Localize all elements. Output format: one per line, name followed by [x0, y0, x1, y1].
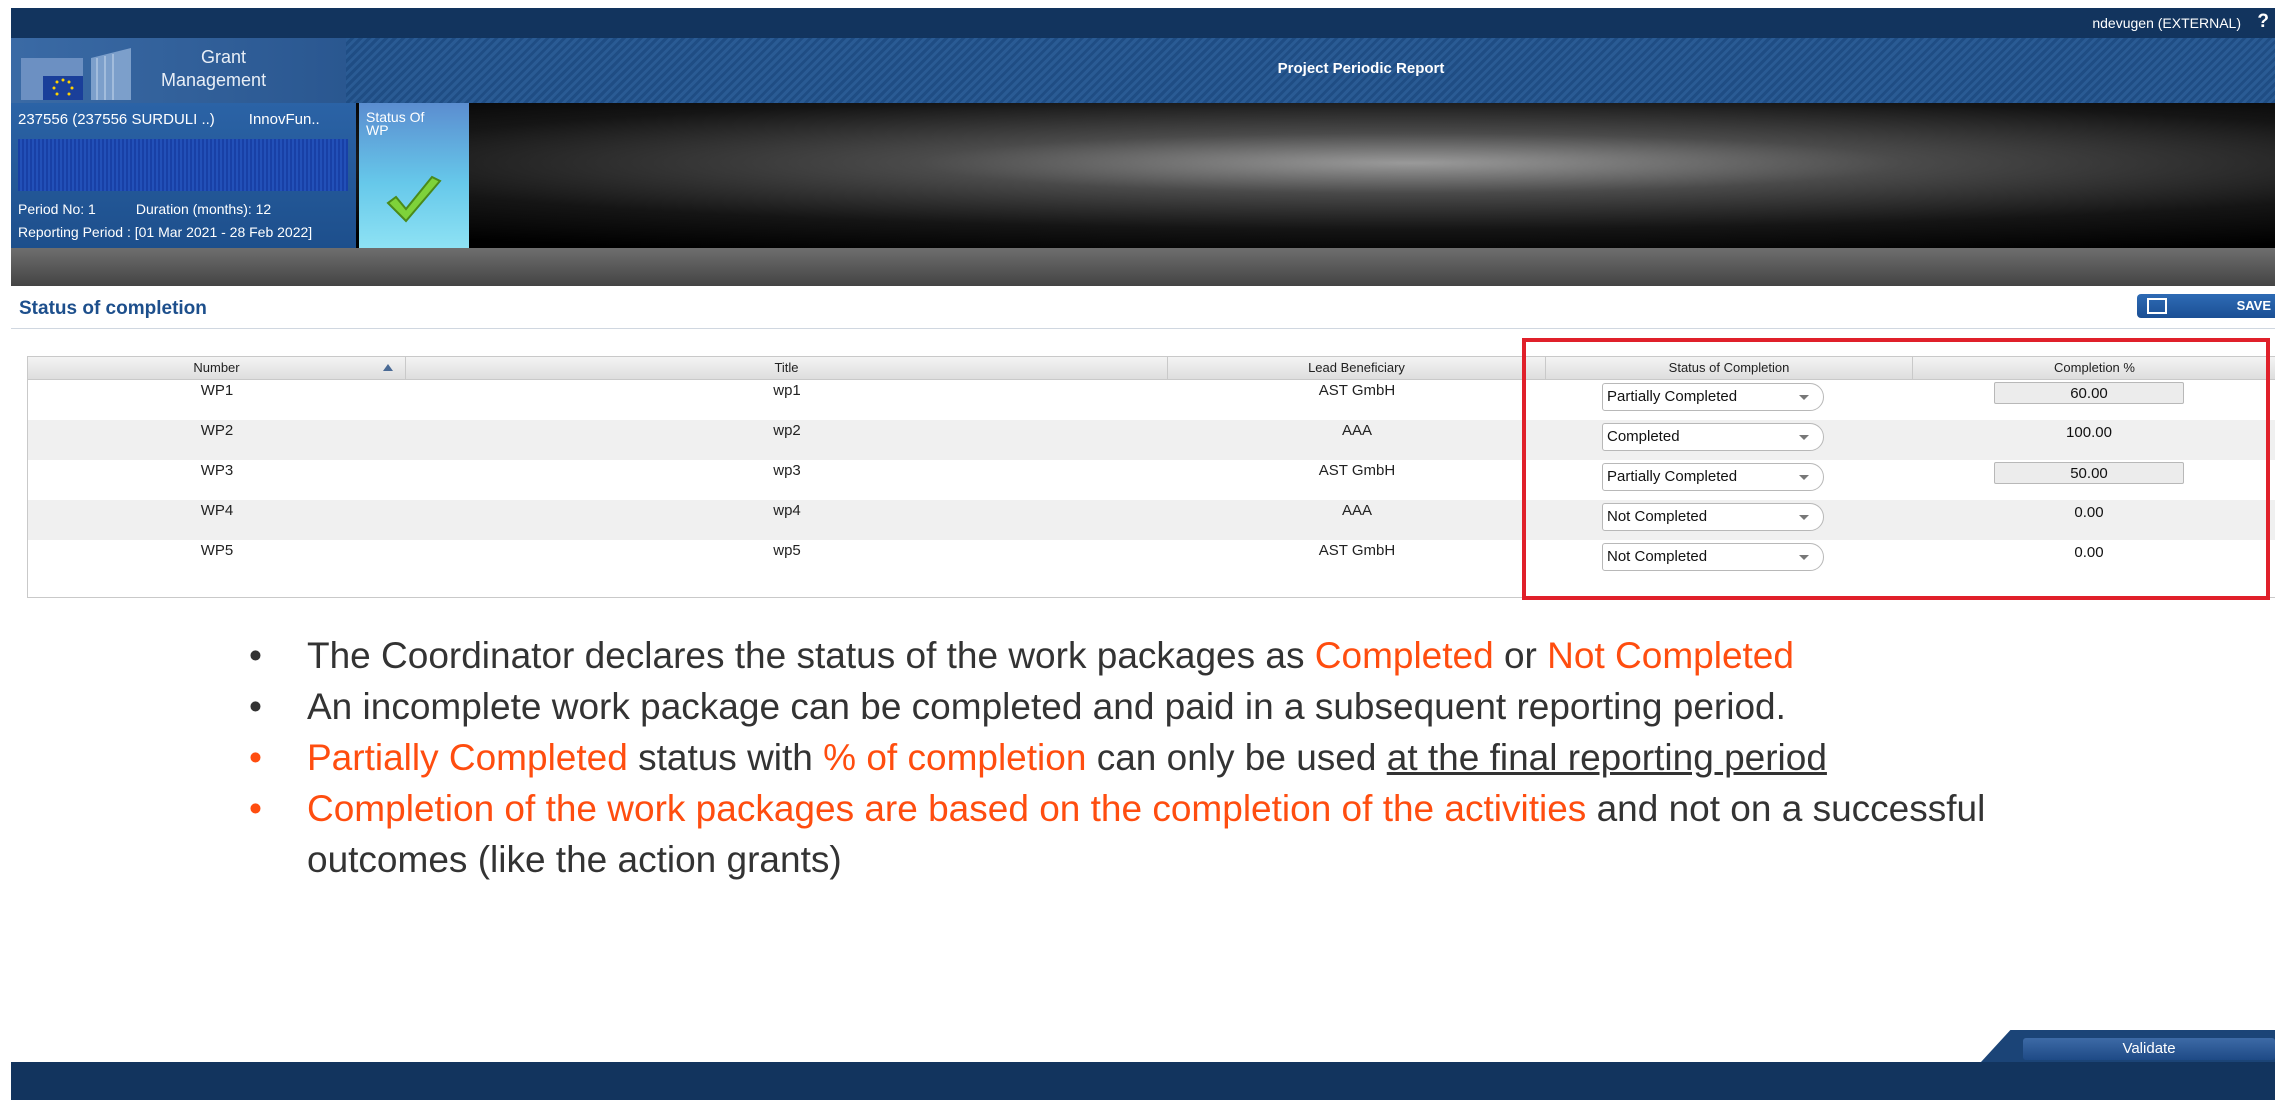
sort-ascending-icon[interactable]: [383, 364, 393, 371]
grant-management-logo[interactable]: Grant Management: [11, 38, 346, 103]
user-name[interactable]: ndevugen (EXTERNAL): [2092, 15, 2241, 31]
bottom-bar: [11, 1062, 2275, 1100]
project-id: 237556 (237556 SURDULI ..): [18, 111, 215, 128]
project-title-bar: [18, 139, 348, 191]
project-banner: 237556 (237556 SURDULI ..) InnovFun.. Per…: [11, 103, 2275, 248]
status-of-wp-tile[interactable]: Status Of WP: [359, 103, 469, 248]
bullet-text: status with: [627, 737, 824, 778]
wp-number: WP1: [200, 382, 234, 399]
checkmark-icon: [386, 175, 442, 223]
app-header: Grant Management Project Periodic Report: [11, 38, 2275, 103]
top-bar: ndevugen (EXTERNAL) ?: [11, 8, 2275, 38]
bullet-emphasis: Completion of the work packages are base…: [307, 788, 1587, 829]
column-header-number[interactable]: Number: [28, 357, 406, 379]
bullet-dot: •: [249, 737, 262, 778]
wp-number: WP4: [200, 502, 234, 519]
wp-number: WP3: [200, 462, 234, 479]
grant-management-app: ndevugen (EXTERNAL) ? Grant Management P…: [11, 8, 2275, 1100]
wp-title: wp3: [773, 462, 801, 479]
wp-title: wp4: [773, 502, 801, 519]
column-header-number-label: Number: [193, 360, 240, 375]
bullet-text: An incomplete work package can be comple…: [307, 686, 1786, 727]
project-id-line: 237556 (237556 SURDULI ..) InnovFun..: [18, 111, 320, 128]
bullet-text: or: [1493, 635, 1548, 676]
bullet-item: • Completion of the work packages are ba…: [249, 783, 2049, 885]
bullet-dot: •: [249, 686, 262, 727]
bullet-item: • The Coordinator declares the status of…: [249, 630, 2049, 681]
duration: Duration (months): 12: [135, 201, 272, 217]
highlight-box: [1522, 338, 2270, 600]
logo-text-grant: Grant: [201, 47, 247, 67]
save-button[interactable]: SAVE: [2137, 294, 2275, 318]
period-number: Period No: 1: [18, 201, 96, 217]
status-tile-label: Status Of WP: [366, 109, 425, 138]
wp-lead: AST GmbH: [1318, 462, 1396, 479]
save-icon: [2147, 298, 2167, 314]
wp-title: wp1: [773, 382, 801, 399]
page-title: Project Periodic Report: [1277, 60, 1445, 77]
wp-number: WP5: [200, 542, 234, 559]
bullet-item: • An incomplete work package can be comp…: [249, 681, 2049, 732]
column-header-title[interactable]: Title: [406, 357, 1168, 379]
bullet-item: • Partially Completed status with % of c…: [249, 732, 2049, 783]
bullet-dot: •: [249, 788, 262, 829]
bullet-text: can only be used: [1086, 737, 1387, 778]
wp-title: wp2: [773, 422, 801, 439]
validate-button[interactable]: Validate: [2023, 1038, 2275, 1060]
wp-lead: AAA: [1341, 422, 1372, 439]
wp-lead: AST GmbH: [1318, 542, 1396, 559]
wp-lead: AAA: [1341, 502, 1372, 519]
wp-lead: AST GmbH: [1318, 382, 1396, 399]
eu-flag-icon: [21, 48, 131, 100]
column-header-lead-beneficiary[interactable]: Lead Beneficiary: [1168, 357, 1546, 379]
bullet-emphasis: % of completion: [823, 737, 1087, 778]
bullet-emphasis: Not Completed: [1547, 635, 1794, 676]
bullet-emphasis: Completed: [1314, 635, 1494, 676]
bullet-dot: •: [249, 635, 262, 676]
wp-title: wp5: [773, 542, 801, 559]
toolbar: [11, 248, 2275, 286]
project-acronym: InnovFun..: [248, 111, 320, 128]
bullet-text: The Coordinator declares the status of t…: [307, 635, 1315, 676]
bullet-underlined: at the final reporting period: [1386, 737, 1827, 778]
divider: [11, 328, 2275, 329]
page-margin: [0, 0, 11, 1100]
section-title: Status of completion: [19, 298, 207, 319]
period-line: Period No: 1 Duration (months): 12: [18, 201, 271, 217]
wp-number: WP2: [200, 422, 234, 439]
bullet-emphasis: Partially Completed: [307, 737, 628, 778]
help-icon[interactable]: ?: [2257, 11, 2269, 33]
save-label: SAVE: [2236, 298, 2271, 313]
explanation-bullets: • The Coordinator declares the status of…: [249, 630, 2049, 885]
project-info-box: 237556 (237556 SURDULI ..) InnovFun.. Per…: [11, 103, 356, 248]
logo-text-management: Management: [161, 70, 267, 90]
reporting-period: Reporting Period : [01 Mar 2021 - 28 Feb…: [18, 224, 313, 240]
